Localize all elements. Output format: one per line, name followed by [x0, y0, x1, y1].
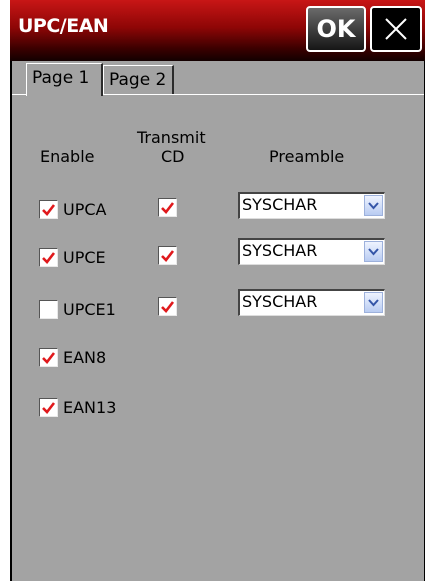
tab-page-1[interactable]: Page 1 [26, 63, 103, 96]
ok-button[interactable]: OK [306, 6, 366, 52]
chevron-down-icon [368, 247, 379, 255]
header-preamble: Preamble [269, 147, 345, 166]
upce1-preamble-value: SYSCHAR [242, 292, 318, 311]
ean8-label: EAN8 [63, 348, 107, 367]
close-icon [385, 18, 407, 40]
upce-preamble-value: SYSCHAR [242, 241, 318, 260]
dropdown-arrow[interactable] [364, 292, 383, 313]
upca-preamble-dropdown[interactable]: SYSCHAR [238, 192, 385, 219]
ean13-enable-checkbox[interactable] [39, 398, 58, 417]
settings-panel: Page 1 Page 2 Enable Transmit CD Preambl… [12, 61, 424, 581]
upca-preamble-value: SYSCHAR [242, 195, 318, 214]
tab-page-2-label: Page 2 [109, 70, 167, 90]
tab-page-1-label: Page 1 [32, 68, 90, 88]
checkmark-icon [161, 250, 175, 262]
checkmark-icon [161, 202, 175, 214]
ok-button-label: OK [316, 15, 356, 43]
window-title: UPC/EAN [18, 15, 109, 37]
upca-label: UPCA [63, 200, 107, 219]
upce-transmit-cd-checkbox[interactable] [158, 246, 177, 265]
upce-preamble-dropdown[interactable]: SYSCHAR [238, 238, 385, 265]
header-enable: Enable [40, 147, 95, 166]
upce1-preamble-dropdown[interactable]: SYSCHAR [238, 289, 385, 316]
upca-enable-checkbox[interactable] [39, 200, 58, 219]
title-bar: UPC/EAN OK [10, 0, 425, 61]
dropdown-arrow[interactable] [364, 241, 383, 262]
ean13-label: EAN13 [63, 398, 117, 417]
dropdown-arrow[interactable] [364, 195, 383, 216]
upce1-transmit-cd-checkbox[interactable] [158, 297, 177, 316]
upce1-label: UPCE1 [63, 300, 116, 319]
checkmark-icon [42, 402, 56, 414]
checkmark-icon [42, 252, 56, 264]
checkmark-icon [42, 204, 56, 216]
upce-label: UPCE [63, 248, 106, 267]
upce1-enable-checkbox[interactable] [39, 300, 58, 319]
ean8-enable-checkbox[interactable] [39, 348, 58, 367]
close-button[interactable] [370, 6, 422, 52]
chevron-down-icon [368, 201, 379, 209]
checkmark-icon [42, 352, 56, 364]
header-cd: CD [161, 147, 185, 166]
header-transmit: Transmit [137, 128, 206, 147]
tab-page-2[interactable]: Page 2 [103, 65, 174, 94]
upce-enable-checkbox[interactable] [39, 248, 58, 267]
checkmark-icon [161, 301, 175, 313]
upca-transmit-cd-checkbox[interactable] [158, 198, 177, 217]
chevron-down-icon [368, 298, 379, 306]
dialog-window: UPC/EAN OK Page 1 Page 2 Enable Transmit… [10, 0, 425, 581]
